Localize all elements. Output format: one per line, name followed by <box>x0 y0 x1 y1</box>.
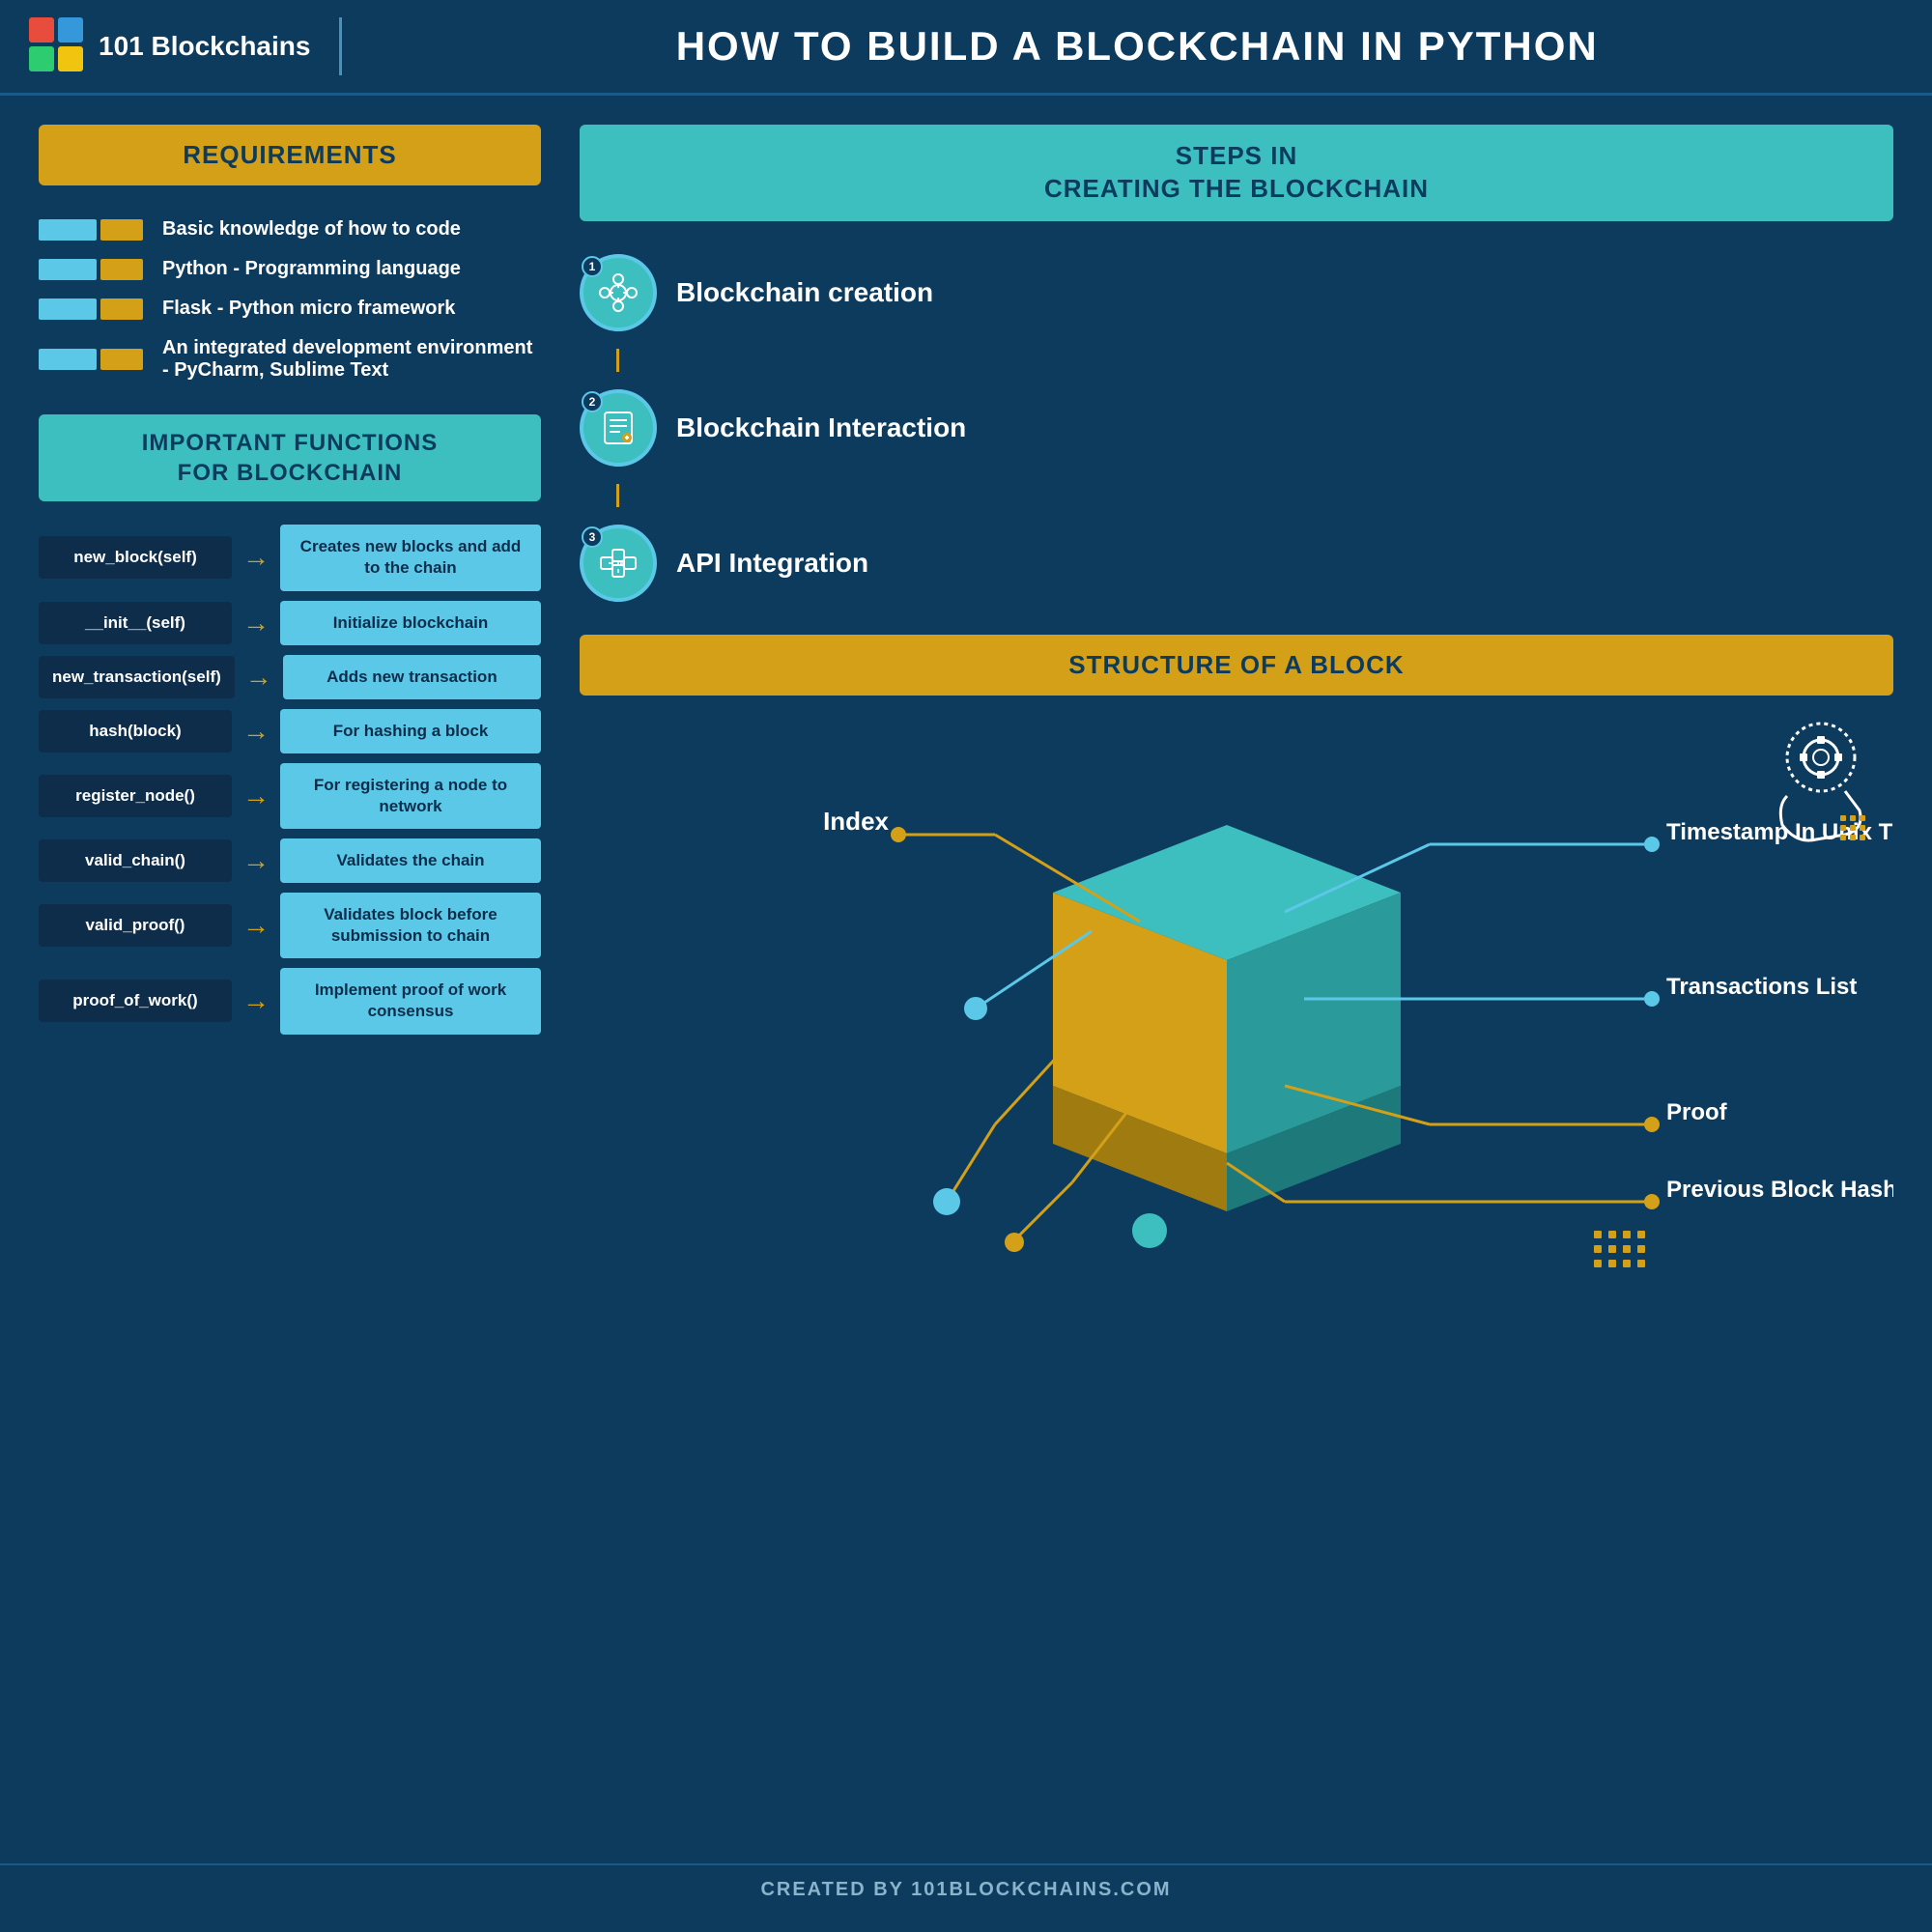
requirements-list: Basic knowledge of how to code Python - … <box>39 209 541 391</box>
req-item-3: Flask - Python micro framework <box>39 298 541 320</box>
func-arrow-4: → <box>242 781 270 811</box>
block-field-index: Index <box>823 807 889 836</box>
func-row-6: valid_proof() → Validates block before s… <box>39 893 541 958</box>
func-arrow-7: → <box>242 985 270 1016</box>
func-row-5: valid_chain() → Validates the chain <box>39 838 541 883</box>
step-item-1: 1 Blockchain creation <box>580 254 1893 331</box>
func-desc-1: Initialize blockchain <box>280 601 541 645</box>
req-text-4: An integrated development environment - … <box>162 337 541 382</box>
step-number-3: 3 <box>582 526 603 548</box>
step-connector-1 <box>616 349 619 372</box>
steps-header: STEPS IN CREATING THE BLOCKCHAIN <box>580 125 1893 221</box>
func-row-0: new_block(self) → Creates new blocks and… <box>39 525 541 590</box>
req-item-2: Python - Programming language <box>39 258 541 280</box>
bar-gold-2 <box>100 259 143 280</box>
gear-icon <box>1739 719 1874 854</box>
block-field-prev-hash: Previous Block Hash <box>1666 1177 1893 1203</box>
func-arrow-0: → <box>242 542 270 573</box>
step-circle-1: 1 <box>580 254 657 331</box>
logo-text: 101 Blockchains <box>99 31 310 62</box>
func-desc-4: For registering a node to network <box>280 763 541 829</box>
req-item-4: An integrated development environment - … <box>39 337 541 382</box>
logo-area: 101 Blockchains <box>29 17 310 75</box>
func-name-1: __init__(self) <box>39 602 232 644</box>
req-bar-2 <box>39 259 145 280</box>
func-name-4: register_node() <box>39 775 232 817</box>
func-row-1: __init__(self) → Initialize blockchain <box>39 601 541 645</box>
step-circle-2: 2 <box>580 389 657 467</box>
footer: CREATED BY 101BLOCKCHAINS.COM <box>0 1863 1932 1915</box>
func-arrow-3: → <box>242 716 270 747</box>
step-icon-2 <box>597 407 639 449</box>
functions-list: new_block(self) → Creates new blocks and… <box>39 525 541 1034</box>
page-title: HOW TO BUILD A BLOCKCHAIN IN PYTHON <box>371 23 1903 70</box>
func-name-2: new_transaction(self) <box>39 656 235 698</box>
func-arrow-2: → <box>244 662 273 693</box>
func-desc-2: Adds new transaction <box>283 655 541 699</box>
bar-gold-3 <box>100 298 143 320</box>
step-circle-3: 3 <box>580 525 657 602</box>
step-item-3: 3 API Integration <box>580 525 1893 602</box>
steps-area: 1 Blockchain creation <box>580 244 1893 611</box>
block-field-transactions: Transactions List <box>1666 974 1857 1000</box>
bar-blue-2 <box>39 259 97 280</box>
func-row-3: hash(block) → For hashing a block <box>39 709 541 753</box>
func-row-7: proof_of_work() → Implement proof of wor… <box>39 968 541 1034</box>
footer-text: CREATED BY 101BLOCKCHAINS.COM <box>760 1879 1171 1900</box>
func-desc-0: Creates new blocks and add to the chain <box>280 525 541 590</box>
func-row-2: new_transaction(self) → Adds new transac… <box>39 655 541 699</box>
right-column: STEPS IN CREATING THE BLOCKCHAIN 1 <box>541 125 1893 1834</box>
left-column: REQUIREMENTS Basic knowledge of how to c… <box>39 125 541 1834</box>
step-number-1: 1 <box>582 256 603 277</box>
step-icon-1 <box>597 271 639 314</box>
block-structure-visual: Index Timestamp In Unix Time Transaction… <box>580 719 1893 1834</box>
main-content: REQUIREMENTS Basic knowledge of how to c… <box>0 96 1932 1863</box>
bar-gold <box>100 219 143 241</box>
step-icon-3 <box>597 542 639 584</box>
block-structure-header: STRUCTURE OF A BLOCK <box>580 635 1893 696</box>
func-name-6: valid_proof() <box>39 904 232 947</box>
req-text-2: Python - Programming language <box>162 258 461 280</box>
gear-icon-area <box>1739 719 1874 859</box>
req-bar-3 <box>39 298 145 320</box>
func-arrow-1: → <box>242 608 270 639</box>
bar-blue-4 <box>39 349 97 370</box>
func-name-7: proof_of_work() <box>39 980 232 1022</box>
step-label-2: Blockchain Interaction <box>676 412 966 443</box>
func-desc-6: Validates block before submission to cha… <box>280 893 541 958</box>
func-name-3: hash(block) <box>39 710 232 753</box>
step-item-2: 2 Blockchain Interaction <box>580 389 1893 467</box>
block-field-proof: Proof <box>1666 1099 1728 1125</box>
func-name-5: valid_chain() <box>39 839 232 882</box>
req-bar-1 <box>39 219 145 241</box>
bar-gold-4 <box>100 349 143 370</box>
bar-blue <box>39 219 97 241</box>
header: 101 Blockchains HOW TO BUILD A BLOCKCHAI… <box>0 0 1932 96</box>
func-desc-3: For hashing a block <box>280 709 541 753</box>
logo-icon <box>29 17 87 75</box>
req-text-3: Flask - Python micro framework <box>162 298 455 320</box>
step-connector-2 <box>616 484 619 507</box>
step-label-3: API Integration <box>676 548 868 579</box>
func-arrow-5: → <box>242 845 270 876</box>
req-text-1: Basic knowledge of how to code <box>162 218 461 241</box>
func-row-4: register_node() → For registering a node… <box>39 763 541 829</box>
req-bar-4 <box>39 349 145 370</box>
req-item-1: Basic knowledge of how to code <box>39 218 541 241</box>
block-structure-svg: Index Timestamp In Unix Time Transaction… <box>580 719 1893 1279</box>
func-arrow-6: → <box>242 910 270 941</box>
functions-header: IMPORTANT FUNCTIONS FOR BLOCKCHAIN <box>39 414 541 501</box>
func-name-0: new_block(self) <box>39 536 232 579</box>
step-number-2: 2 <box>582 391 603 412</box>
func-desc-7: Implement proof of work consensus <box>280 968 541 1034</box>
bar-blue-3 <box>39 298 97 320</box>
step-label-1: Blockchain creation <box>676 277 933 308</box>
func-desc-5: Validates the chain <box>280 838 541 883</box>
header-divider <box>339 17 342 75</box>
requirements-header: REQUIREMENTS <box>39 125 541 185</box>
